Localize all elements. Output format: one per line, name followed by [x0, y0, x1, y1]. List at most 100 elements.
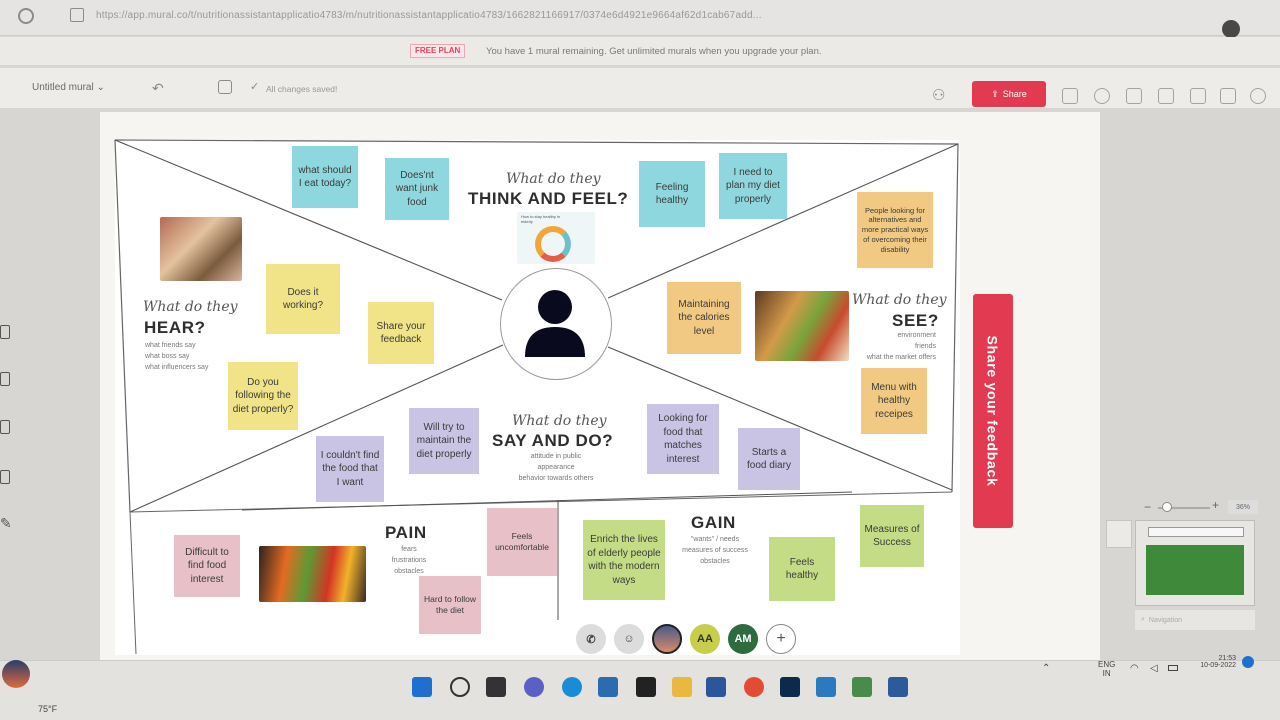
sticky-note[interactable]: Maintaining the calories level	[667, 282, 741, 354]
hide-minimap-icon[interactable]	[1106, 520, 1132, 548]
clock-time: 21:53	[1218, 655, 1236, 662]
site-info-icon[interactable]	[70, 8, 84, 22]
hear-hints: what friends say what boss say what infl…	[145, 340, 208, 374]
say-do-heading: SAY AND DO?	[492, 431, 614, 450]
file-explorer-icon[interactable]	[672, 677, 692, 697]
word-icon[interactable]	[706, 677, 726, 697]
reload-icon[interactable]	[18, 8, 34, 24]
activity-icon[interactable]	[1094, 88, 1110, 104]
pen-icon[interactable]: ✎	[0, 515, 12, 532]
teams-icon[interactable]	[524, 677, 544, 697]
left-tool-icon[interactable]	[0, 420, 10, 434]
photos-icon[interactable]	[816, 677, 836, 697]
see-heading: SEE?	[892, 311, 939, 330]
collaborator-aa[interactable]: AA	[690, 624, 720, 654]
collaborator-avatar[interactable]	[652, 624, 682, 654]
hint-text: environment	[897, 332, 936, 339]
wifi-icon[interactable]: ◠	[1130, 663, 1139, 674]
hint-text: measures of success	[682, 547, 748, 555]
zoom-level[interactable]: 36%	[1228, 500, 1258, 514]
sticky-note[interactable]: Looking for food that matches interest	[647, 404, 719, 474]
collaborate-icon[interactable]: ⚇	[932, 86, 945, 104]
sticky-note[interactable]: People looking for alternatives and more…	[857, 192, 933, 268]
mural-toolbar	[0, 68, 1280, 108]
sticky-note[interactable]: Feeling healthy	[639, 161, 705, 227]
sticky-note[interactable]: Feels uncomfortable	[487, 508, 557, 576]
edge-icon[interactable]	[562, 677, 582, 697]
photoshop-icon[interactable]	[780, 677, 800, 697]
hint-text: fears	[401, 546, 417, 553]
sticky-note[interactable]: Does'nt want junk food	[385, 158, 449, 220]
chevron-up-icon[interactable]: ⌃	[1042, 663, 1050, 674]
share-icon: ⇪	[991, 88, 999, 99]
comments-icon[interactable]	[1158, 88, 1174, 104]
food-ingredients-image	[160, 217, 242, 281]
sticky-note[interactable]: Do you following the diet properly?	[228, 362, 298, 430]
collaborator-am[interactable]: AM	[728, 624, 758, 654]
reactions-icon[interactable]: ☺	[614, 624, 644, 654]
undo-icon[interactable]: ↶	[152, 80, 164, 97]
invite-plus-icon[interactable]: +	[766, 624, 796, 654]
sticky-note[interactable]: Difficult to find food interest	[174, 535, 240, 597]
language-indicator[interactable]: ENG IN	[1098, 660, 1115, 678]
upgrade-message[interactable]: You have 1 mural remaining. Get unlimite…	[486, 46, 822, 57]
timer-icon[interactable]	[218, 80, 232, 94]
minimap[interactable]	[1135, 520, 1255, 606]
outline-icon[interactable]	[1126, 88, 1142, 104]
mail-icon[interactable]	[888, 677, 908, 697]
zoom-handle[interactable]	[1162, 502, 1172, 512]
lang-bottom: IN	[1102, 669, 1111, 678]
say-do-hints: attitude in public appearance behavior t…	[506, 451, 606, 485]
weather-icon[interactable]	[2, 660, 30, 688]
chat-icon[interactable]	[1062, 88, 1078, 104]
settings-icon[interactable]	[1250, 88, 1266, 104]
sticky-note[interactable]: Enrich the lives of elderly people with …	[583, 520, 665, 600]
summary-icon[interactable]	[1190, 88, 1206, 104]
zoom-in-icon[interactable]: +	[1212, 498, 1219, 512]
profile-avatar[interactable]	[1222, 20, 1240, 38]
share-feedback-tab[interactable]: Share your feedback	[973, 294, 1013, 528]
sticky-note[interactable]: Starts a food diary	[738, 428, 800, 490]
weather-temp[interactable]: 75°F	[38, 704, 57, 714]
check-circle-icon: ✓	[250, 81, 260, 93]
battery-icon[interactable]	[1168, 665, 1178, 671]
url-bar[interactable]: https://app.mural.co/t/nutritionassistan…	[96, 10, 1056, 21]
chrome-icon[interactable]	[744, 677, 764, 697]
left-tool-icon[interactable]	[0, 325, 10, 339]
clock[interactable]: 21:53 10-09-2022	[1188, 655, 1236, 669]
gain-heading: GAIN	[691, 513, 736, 532]
free-plan-badge: FREE PLAN	[410, 44, 466, 58]
sticky-note[interactable]: Does it working?	[266, 264, 340, 334]
store-icon[interactable]	[598, 677, 618, 697]
share-button[interactable]: ⇪ Share	[972, 81, 1046, 107]
sticky-note[interactable]: what should I eat today?	[292, 146, 358, 208]
task-view-icon[interactable]	[486, 677, 506, 697]
hint-text: attitude in public	[530, 453, 582, 460]
sticky-note[interactable]: Hard to follow the diet	[419, 576, 481, 634]
sticky-note[interactable]: I couldn't find the food that I want	[316, 436, 384, 502]
notepad-icon[interactable]	[852, 677, 872, 697]
hint-text: "wants" / needs	[690, 536, 740, 543]
sticky-note[interactable]: Feels healthy	[769, 537, 835, 601]
left-tool-icon[interactable]	[0, 372, 10, 386]
vegetables-image	[259, 546, 366, 602]
windows-start-icon[interactable]	[412, 677, 432, 697]
call-icon[interactable]: ✆	[576, 624, 606, 654]
zoom-out-icon[interactable]: −	[1144, 500, 1151, 514]
left-tool-icon[interactable]	[0, 470, 10, 484]
minimap-footer[interactable]: ⌕ Navigation	[1135, 610, 1255, 630]
hint-text: behavior towards others	[518, 475, 594, 483]
voting-icon[interactable]	[1220, 88, 1236, 104]
volume-icon[interactable]: ◁	[1150, 663, 1158, 674]
sticky-note[interactable]: I need to plan my diet properly	[719, 153, 787, 219]
sticky-note[interactable]: Menu with healthy receipes	[861, 368, 927, 434]
see-script: What do they	[852, 292, 947, 308]
mural-title[interactable]: Untitled mural ⌄	[32, 82, 105, 93]
sticky-note[interactable]: Measures of Success	[860, 505, 924, 567]
notification-icon[interactable]	[1242, 656, 1254, 668]
infographic-image: How to stay healthy in elderly	[517, 212, 595, 264]
sticky-note[interactable]: Will try to maintain the diet properly	[409, 408, 479, 474]
sticky-note[interactable]: Share your feedback	[368, 302, 434, 364]
search-icon[interactable]	[450, 677, 470, 697]
app-icon[interactable]	[636, 677, 656, 697]
